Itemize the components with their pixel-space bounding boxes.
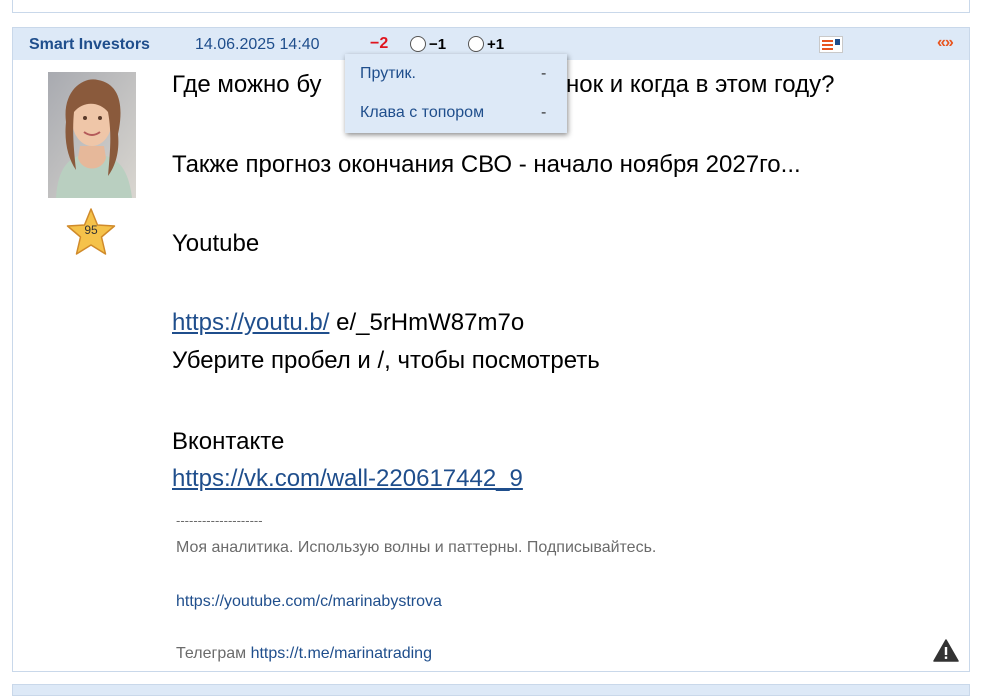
avatar[interactable]: [48, 72, 136, 198]
post-text-line: Youtube: [172, 230, 260, 257]
post-text-line: https://youtu.b/ e/_5rHmW87m7o: [172, 308, 524, 338]
post-text-line: Уберите пробел и /, чтобы посмотреть: [172, 347, 600, 374]
signature-divider: --------------------: [176, 513, 263, 528]
voter-item[interactable]: Прутик.: [360, 65, 416, 83]
vote-plus-label: +1: [487, 35, 505, 53]
quote-icon[interactable]: «»: [937, 34, 954, 52]
warning-icon[interactable]: [933, 639, 959, 663]
vote-minus-label: −1: [429, 35, 447, 53]
voters-dropdown: Прутик. - Клава с топором -: [345, 54, 567, 133]
youtube-link[interactable]: https://youtu.b/: [172, 309, 329, 336]
post-text-line: Где можно бу: [172, 71, 322, 98]
star-level: 95: [84, 223, 98, 237]
voter-mark: -: [541, 104, 547, 121]
star-badge-icon: 95: [63, 206, 119, 260]
vote-plus-button[interactable]: +1: [468, 34, 504, 54]
previous-post-edge: [12, 0, 970, 13]
vk-link[interactable]: https://vk.com/wall-220617442_9: [172, 465, 523, 492]
signature-youtube-link[interactable]: https://youtube.com/c/marinabystrova: [176, 593, 442, 611]
voter-item[interactable]: Клава с топором: [360, 104, 484, 122]
signature-text: Моя аналитика. Использую волны и паттерн…: [176, 539, 657, 556]
post-text-line: https://vk.com/wall-220617442_9: [172, 464, 523, 494]
radio-circle-icon: [410, 36, 426, 52]
telegram-label: Телеграм: [176, 645, 251, 662]
post-text-line: Также прогноз окончания СВО - начало ноя…: [172, 151, 801, 178]
radio-circle-icon: [468, 36, 484, 52]
signature-telegram: Телеграм https://t.me/marinatrading: [176, 645, 432, 663]
post-rating[interactable]: −2: [370, 35, 388, 53]
telegram-link[interactable]: https://t.me/marinatrading: [251, 645, 432, 662]
post-text-line: Вконтакте: [172, 428, 285, 455]
link-continuation: e/_5rHmW87m7o: [329, 309, 525, 336]
voter-mark: -: [541, 65, 547, 82]
author-link[interactable]: Smart Investors: [29, 36, 150, 54]
message-icon[interactable]: [819, 36, 843, 53]
post-text-line: нок и когда в этом году?: [566, 71, 835, 98]
next-post-header-edge: [12, 684, 970, 696]
post-timestamp: 14.06.2025 14:40: [195, 36, 320, 53]
vote-minus-button[interactable]: −1: [410, 34, 446, 54]
